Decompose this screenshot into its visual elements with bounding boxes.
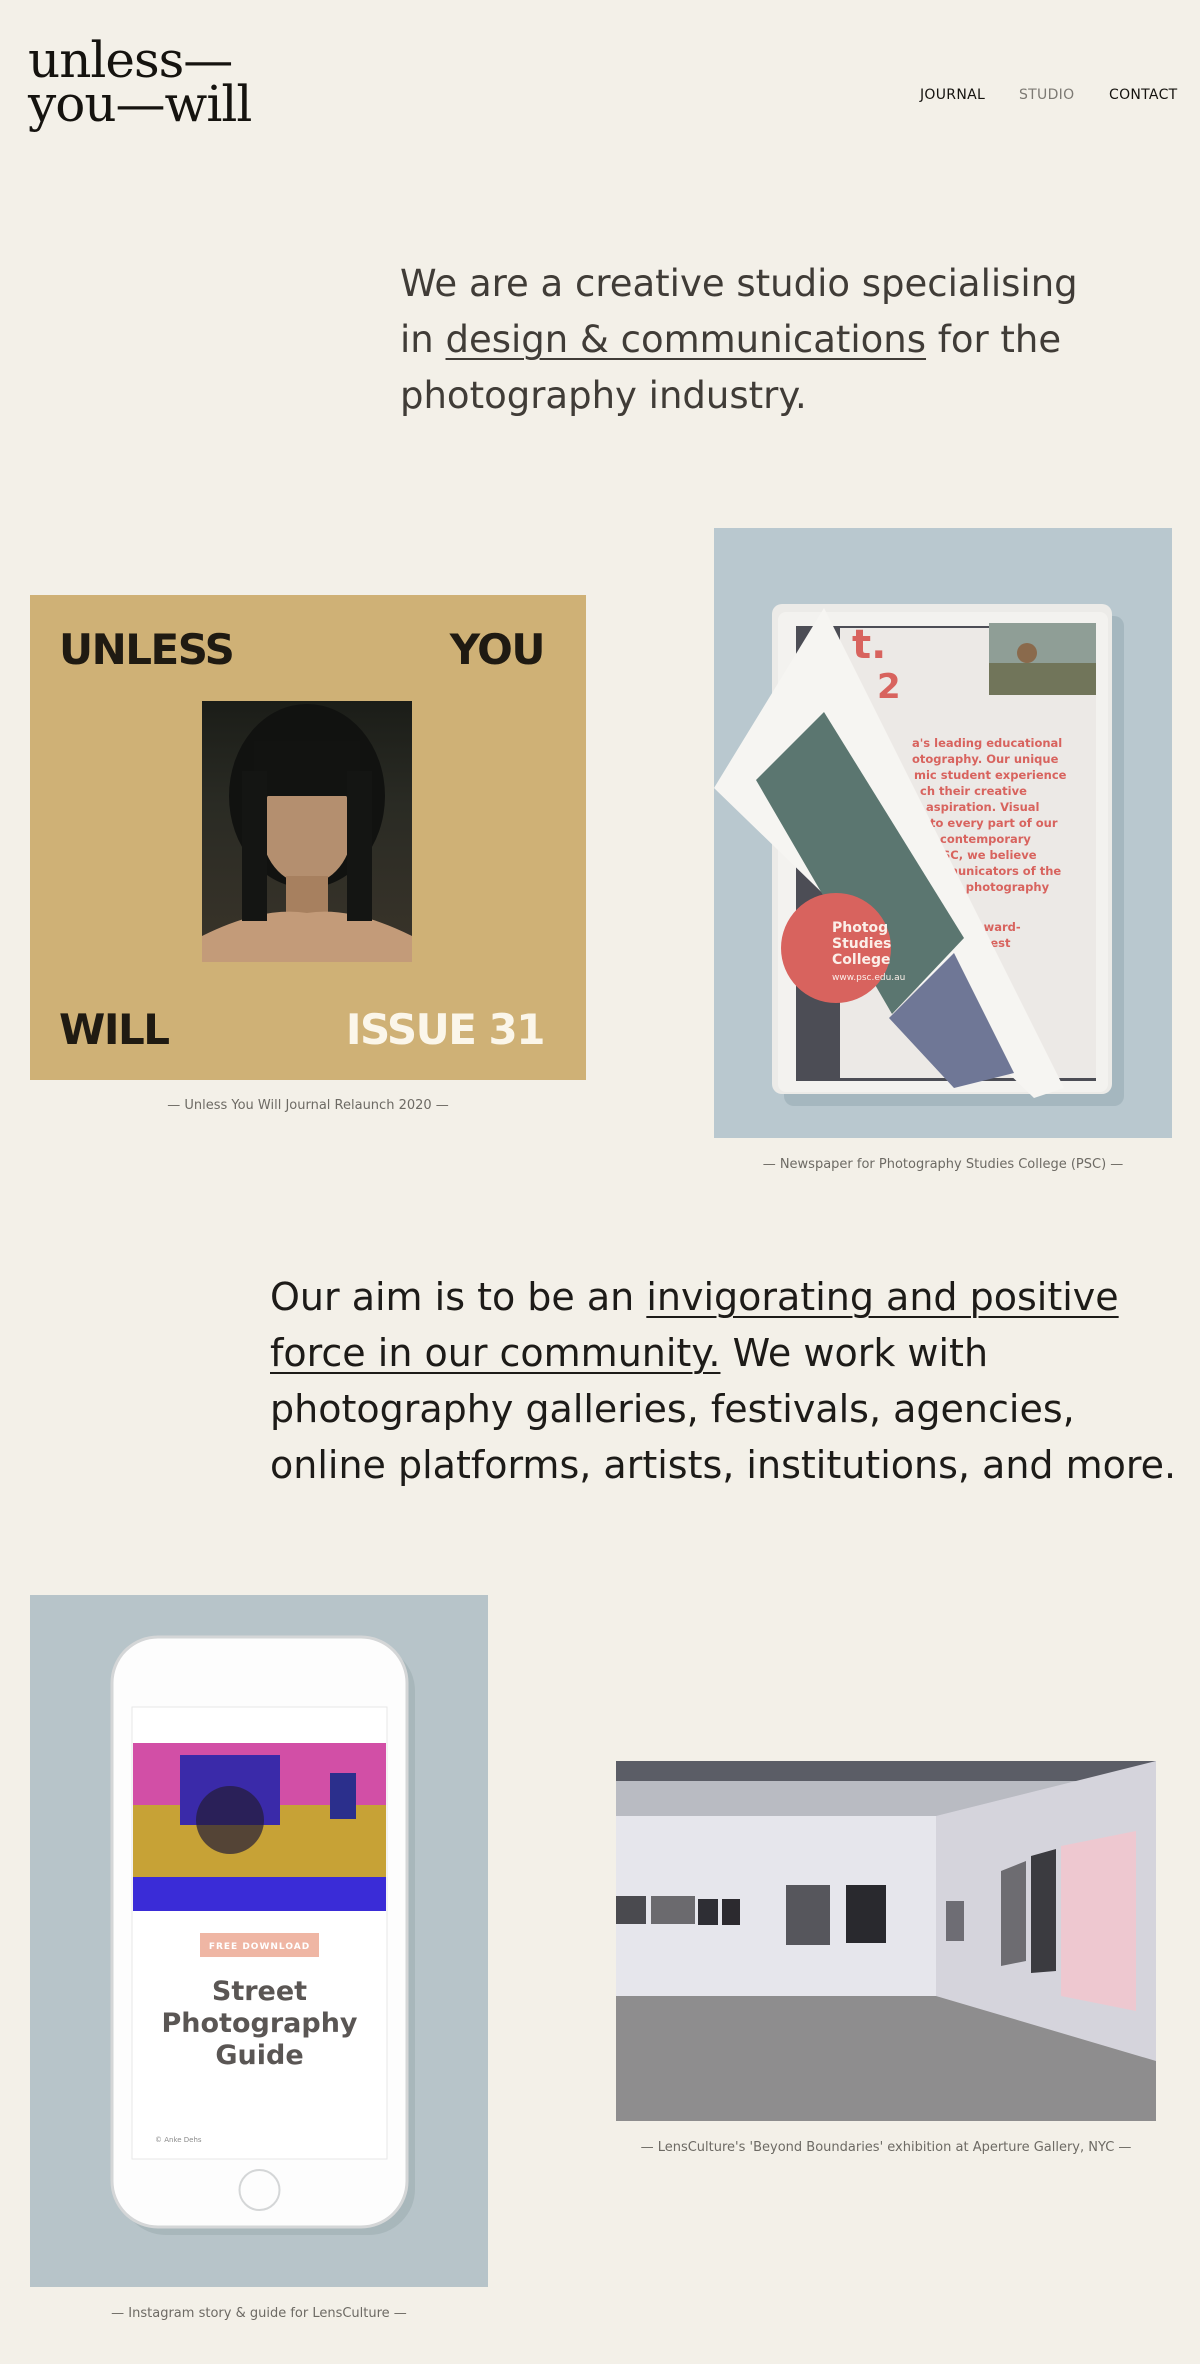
psc-badge-url: www.psc.edu.au <box>832 973 905 983</box>
gallery-exhibition-image[interactable] <box>616 1761 1156 2121</box>
guide-credit: © Anke Dehs <box>155 2136 202 2144</box>
cover-word-will: WILL <box>59 1005 170 1054</box>
svg-text:municators of the: municators of the <box>946 864 1061 878</box>
svg-text:Photography: Photography <box>161 2008 357 2039</box>
newspaper-masthead: t. <box>852 622 886 668</box>
site-logo[interactable]: unless— you—will <box>28 35 252 133</box>
svg-text:otography. Our unique: otography. Our unique <box>912 752 1059 766</box>
caption-instagram: — Instagram story & guide for LensCultur… <box>111 2306 407 2321</box>
psc-badge-text: Photog Studies College <box>832 920 891 968</box>
svg-text:Photog: Photog <box>832 920 888 936</box>
svg-text:Guide: Guide <box>215 2040 303 2071</box>
free-download-button: FREE DOWNLOAD <box>209 1942 310 1952</box>
caption-newspaper: — Newspaper for Photography Studies Coll… <box>762 1157 1124 1172</box>
instagram-guide-image[interactable]: FREE DOWNLOAD Street Photography Guide ©… <box>30 1595 488 2287</box>
svg-text:mic student experience: mic student experience <box>914 768 1067 782</box>
cover-portrait-photo <box>202 701 412 962</box>
intro-statement: We are a creative studio specialising in… <box>400 256 1120 424</box>
svg-text:Studies: Studies <box>832 936 891 952</box>
newspaper-illustration: t. 2 a's leading educational otography. … <box>714 604 1124 1106</box>
phone-mockup: FREE DOWNLOAD Street Photography Guide ©… <box>110 1635 415 2235</box>
newspaper-masthead-2: 2 <box>877 667 901 707</box>
svg-text:Street: Street <box>212 1976 307 2007</box>
cover-word-unless: UNLESS <box>59 625 235 674</box>
caption-journal: — Unless You Will Journal Relaunch 2020 … <box>167 1098 449 1113</box>
gallery-photo <box>616 1761 1156 2121</box>
nav-studio[interactable]: STUDIO <box>1019 87 1074 103</box>
newspaper-image[interactable]: t. 2 a's leading educational otography. … <box>714 528 1172 1138</box>
cover-word-you: YOU <box>449 625 546 674</box>
journal-cover-image[interactable]: UNLESS YOU WILL ISSUE 31 <box>30 595 586 1080</box>
intro-link[interactable]: design & communications <box>446 318 927 361</box>
svg-text:SC, we believe: SC, we believe <box>942 848 1037 862</box>
nav-journal[interactable]: JOURNAL <box>920 87 985 103</box>
svg-text:a's leading educational: a's leading educational <box>912 736 1062 750</box>
svg-text:contemporary: contemporary <box>940 832 1031 846</box>
svg-text:aspiration. Visual: aspiration. Visual <box>926 800 1039 814</box>
svg-text:College: College <box>832 952 891 968</box>
cover-issue-number: ISSUE 31 <box>345 1005 546 1054</box>
svg-text:e photography: e photography <box>954 880 1050 894</box>
aim-statement: Our aim is to be an invigorating and pos… <box>270 1269 1190 1493</box>
svg-text:to every part of our: to every part of our <box>930 816 1058 830</box>
nav-contact[interactable]: CONTACT <box>1109 87 1178 103</box>
caption-gallery: — LensCulture's 'Beyond Boundaries' exhi… <box>640 2140 1132 2155</box>
aim-text-before: Our aim is to be an <box>270 1275 647 1319</box>
logo-line-2: you—will <box>28 75 252 133</box>
svg-text:ch their creative: ch their creative <box>920 784 1027 798</box>
